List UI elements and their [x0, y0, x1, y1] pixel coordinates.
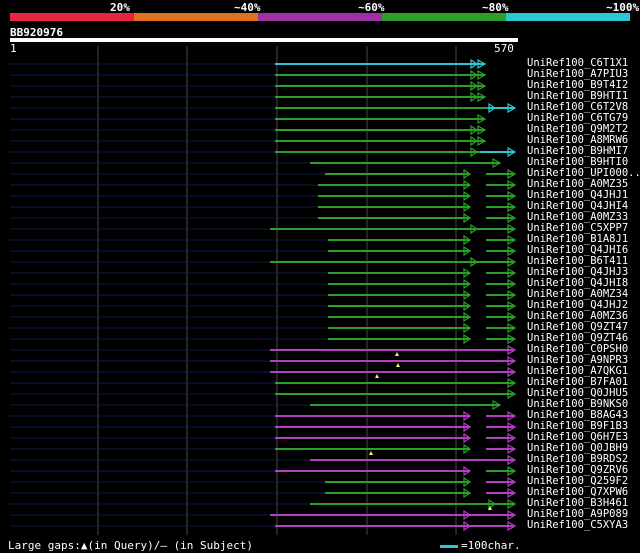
scale-swatch — [440, 544, 458, 548]
query-gap-marker — [395, 352, 399, 356]
scale-legend: =100char. — [440, 539, 521, 552]
gap-legend: Large gaps:▲(in Query)/– (in Subject) — [8, 539, 254, 552]
scale-text: =100char. — [461, 539, 521, 552]
query-gap-marker — [396, 363, 400, 367]
query-gap-marker — [369, 451, 373, 455]
hit-label[interactable]: UniRef100_C5XYA3 — [527, 520, 628, 531]
query-gap-marker — [375, 374, 379, 378]
